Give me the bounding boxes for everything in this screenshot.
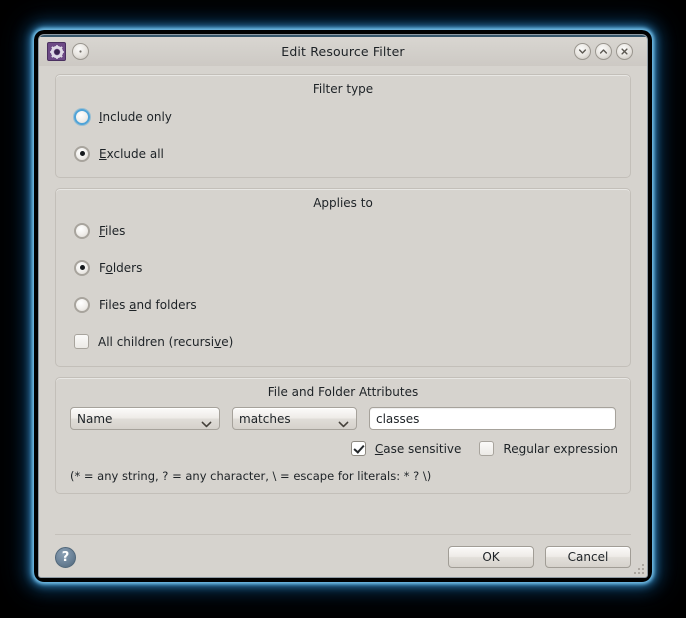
radio-files-label: Files: [99, 223, 126, 238]
radio-exclude-all-indicator[interactable]: [74, 145, 90, 162]
titlebar[interactable]: Edit Resource Filter: [39, 35, 647, 66]
attribute-select-value: Name: [77, 411, 113, 426]
attribute-condition-row: Name matches classes: [56, 401, 630, 430]
radio-include-only-label: Include only: [99, 109, 172, 124]
operator-select-value: matches: [239, 411, 291, 426]
dialog-footer: ? OK Cancel: [55, 535, 631, 577]
checkbox-all-children-label: All children (recursive): [98, 334, 234, 349]
applies-to-group: Applies to Files Folders Files and folde…: [55, 188, 631, 367]
help-icon[interactable]: ?: [55, 546, 76, 568]
edit-resource-filter-dialog: Edit Resource Filter Filter type Include…: [38, 34, 648, 578]
pattern-input-value: classes: [376, 411, 420, 426]
dialog-action-buttons: OK Cancel: [437, 546, 631, 568]
filter-type-group: Filter type Include only Exclude all: [55, 74, 631, 178]
radio-files-indicator[interactable]: [74, 222, 90, 239]
radio-files-and-folders[interactable]: Files and folders: [56, 286, 630, 323]
help-icon-glyph: ?: [61, 549, 70, 565]
chevron-down-icon: [338, 417, 349, 431]
radio-exclude-all-label: Exclude all: [99, 146, 164, 161]
checkbox-regular-expression-indicator[interactable]: [479, 441, 495, 456]
checkbox-regular-expression-label: Regular expression: [503, 441, 618, 456]
checkbox-case-sensitive-label: Case sensitive: [374, 441, 462, 456]
chevron-down-icon: [201, 417, 212, 431]
checkbox-regular-expression[interactable]: Regular expression: [479, 441, 618, 456]
radio-folders-label: Folders: [99, 260, 143, 275]
pattern-hint-text: (* = any string, ? = any character, \ = …: [70, 469, 432, 483]
chevron-down-icon[interactable]: [574, 43, 591, 60]
checkbox-case-sensitive[interactable]: Case sensitive: [350, 441, 462, 456]
radio-include-only[interactable]: Include only: [56, 98, 630, 135]
resize-grip[interactable]: [632, 562, 644, 574]
pattern-input[interactable]: classes: [369, 407, 616, 430]
attributes-group: File and Folder Attributes Name matches: [55, 377, 631, 494]
checkbox-all-children[interactable]: All children (recursive): [56, 323, 630, 360]
applies-to-title: Applies to: [313, 196, 373, 210]
radio-files[interactable]: Files: [56, 212, 630, 249]
radio-files-and-folders-label: Files and folders: [99, 297, 197, 312]
attributes-title: File and Folder Attributes: [267, 385, 419, 399]
desktop-background: Edit Resource Filter Filter type Include…: [0, 0, 686, 618]
attribute-options-row: Case sensitive Regular expression: [56, 430, 630, 456]
close-icon[interactable]: [616, 43, 633, 60]
radio-include-only-indicator[interactable]: [74, 108, 90, 125]
filter-type-title: Filter type: [312, 82, 374, 96]
window-title: Edit Resource Filter: [281, 44, 405, 59]
checkbox-all-children-indicator[interactable]: [74, 334, 89, 349]
attribute-select[interactable]: Name: [70, 407, 220, 430]
checkbox-case-sensitive-indicator[interactable]: [350, 441, 366, 456]
ok-button[interactable]: OK: [448, 546, 534, 568]
operator-select[interactable]: matches: [232, 407, 357, 430]
chevron-up-icon[interactable]: [595, 43, 612, 60]
radio-folders-indicator[interactable]: [74, 259, 90, 276]
radio-folders[interactable]: Folders: [56, 249, 630, 286]
radio-files-and-folders-indicator[interactable]: [74, 296, 90, 313]
radio-exclude-all[interactable]: Exclude all: [56, 135, 630, 172]
cancel-button[interactable]: Cancel: [545, 546, 631, 568]
dialog-content: Filter type Include only Exclude all App…: [39, 66, 647, 577]
